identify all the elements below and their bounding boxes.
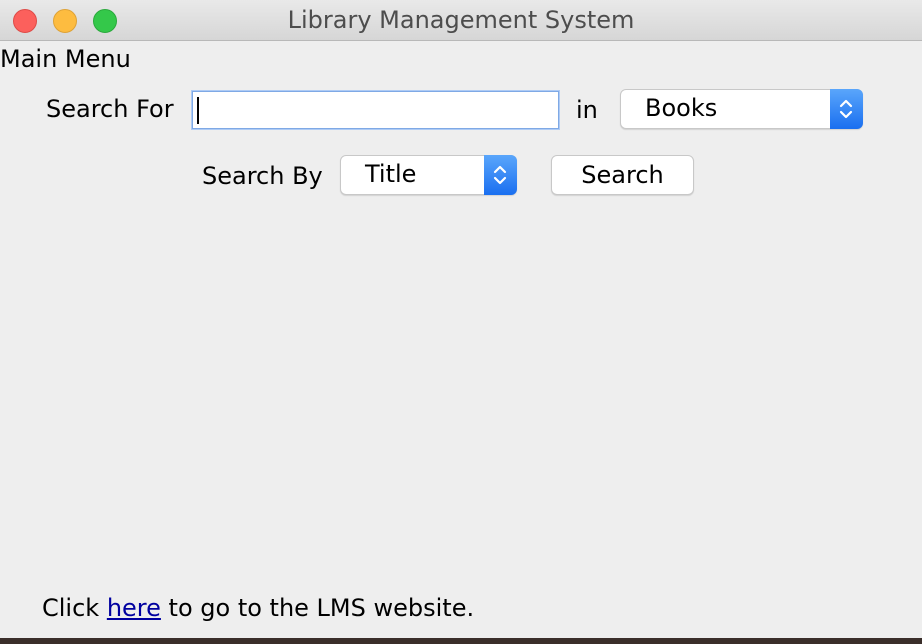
title-bar: Library Management System xyxy=(0,0,922,41)
lms-website-link[interactable]: here xyxy=(107,594,161,622)
chevron-up-down-icon xyxy=(830,89,863,129)
text-caret xyxy=(197,97,199,124)
in-label: in xyxy=(576,96,598,124)
window-title: Library Management System xyxy=(287,6,635,34)
chevron-up-down-icon xyxy=(484,155,517,195)
main-menu-label[interactable]: Main Menu xyxy=(0,45,131,73)
search-field-select-value: Title xyxy=(365,160,417,188)
search-for-label: Search For xyxy=(46,95,174,123)
category-select[interactable]: Books xyxy=(620,89,863,129)
footer-message: Click here to go to the LMS website. xyxy=(42,594,474,622)
footer-prefix: Click xyxy=(42,594,107,622)
search-field-select[interactable]: Title xyxy=(340,155,517,195)
search-by-label: Search By xyxy=(202,162,323,190)
app-window: Library Management System Main Menu Sear… xyxy=(0,0,922,638)
search-button[interactable]: Search xyxy=(551,155,694,195)
category-select-value: Books xyxy=(645,94,718,122)
footer-suffix: to go to the LMS website. xyxy=(160,594,475,622)
search-input[interactable] xyxy=(192,91,559,129)
